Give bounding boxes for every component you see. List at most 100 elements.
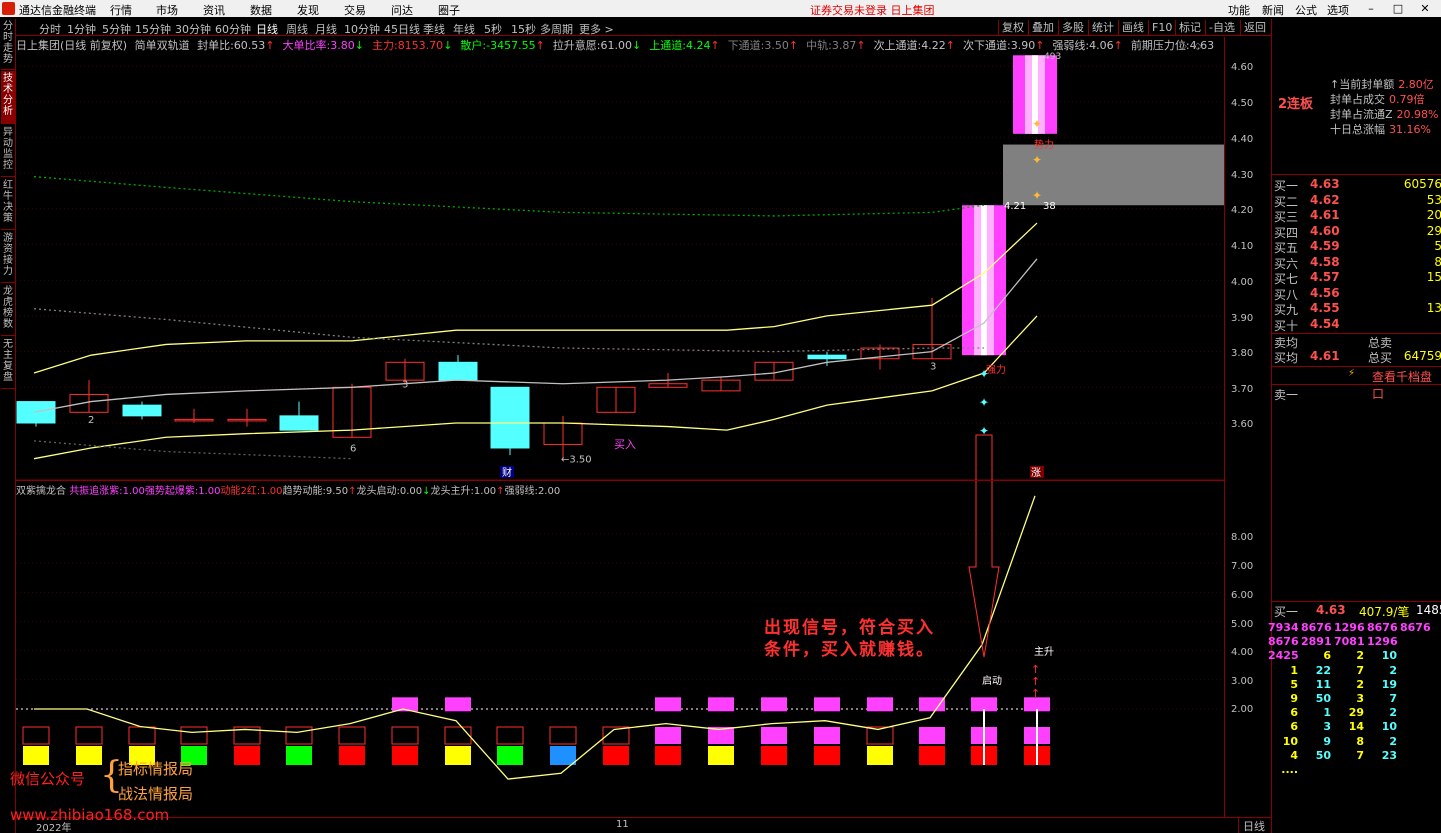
btn-tongji[interactable]: 统计 xyxy=(1088,20,1117,35)
tab-youzi[interactable]: 游资接力 xyxy=(1,231,15,283)
btn-biaoji[interactable]: 标记 xyxy=(1175,20,1204,35)
bid-price: 4.55 xyxy=(1310,301,1340,315)
bid-row[interactable]: 买九 4.55 13 xyxy=(1274,301,1441,317)
menu-xinwen[interactable]: 新闻 xyxy=(1262,2,1284,18)
signal-box xyxy=(285,726,313,745)
btn-duogu[interactable]: 多股 xyxy=(1058,20,1087,35)
period-5s[interactable]: 5秒 xyxy=(484,21,502,37)
period-monthly[interactable]: 月线 xyxy=(315,21,337,37)
bid-label: 买三 xyxy=(1274,210,1299,224)
bid-row[interactable]: 买一 4.63 60576 xyxy=(1274,177,1441,193)
bid-volume: 8 xyxy=(1434,254,1441,269)
btn-f10[interactable]: F10 xyxy=(1148,20,1175,35)
menu-faxian[interactable]: 发现 xyxy=(297,2,319,18)
queue-cell: 7 xyxy=(1389,692,1397,705)
menu-xuanxiang[interactable]: 选项 xyxy=(1327,2,1349,18)
quote-panel: 2连板 ↑当前封单额 2.80亿 封单占成交 0.79倍 封单占流通Z 20.98% 十日总… xyxy=(1268,19,1441,833)
btn-huaxian[interactable]: 画线 xyxy=(1118,20,1147,35)
price-tick: 4.50 xyxy=(1231,98,1254,109)
price-tick: 4.10 xyxy=(1231,241,1254,252)
price-tick: 4.30 xyxy=(1231,170,1254,181)
butterfly-icon: ✦ xyxy=(1032,117,1042,131)
price-tick: 3.90 xyxy=(1231,313,1254,324)
menu-gongneng[interactable]: 功能 xyxy=(1228,2,1250,18)
btn-diejia[interactable]: 叠加 xyxy=(1028,20,1057,35)
candle-body xyxy=(490,386,530,449)
queue-row: 6 3 14 10 xyxy=(1274,720,1441,733)
kline-chart[interactable]: ✦✦✦✦✦✦2633←3.50买入财 涨强力势力4.21 38493◇ ◇↑↑↑启动主… xyxy=(16,37,1224,817)
period-15min[interactable]: 15分钟 xyxy=(135,21,171,37)
signal-block xyxy=(392,746,418,765)
watermark-line1: 指标情报局 xyxy=(118,760,194,778)
period-30min[interactable]: 30分钟 xyxy=(175,21,211,37)
tab-hongniu[interactable]: 红牛决策 xyxy=(1,178,15,230)
signal-box xyxy=(391,726,419,745)
period-quarter[interactable]: 季线 xyxy=(423,21,445,37)
btn-fanhui[interactable]: 返回 xyxy=(1240,20,1269,35)
signal-block xyxy=(445,746,471,765)
tab-longhu[interactable]: 龙虎榜数 xyxy=(1,284,15,336)
tab-fupan[interactable]: 无主复盘 xyxy=(1,337,15,389)
bid-price: 4.56 xyxy=(1310,285,1340,300)
bid-row[interactable]: 买五 4.59 5 xyxy=(1274,239,1441,255)
price-tick: 4.40 xyxy=(1231,134,1254,145)
menu-jiaoyi[interactable]: 交易 xyxy=(344,2,366,18)
sub-indicator-name[interactable]: 双紫擒龙合 xyxy=(16,486,66,497)
trend-arrow-icon: ↑ xyxy=(496,486,505,497)
period-fenshi[interactable]: 分时 xyxy=(39,21,61,37)
menu-gongshi[interactable]: 公式 xyxy=(1295,2,1317,18)
view-depth-button[interactable]: 查看千档盘口 xyxy=(1372,368,1441,402)
bid-row[interactable]: 买十 4.54 xyxy=(1274,317,1441,333)
minimize-icon[interactable]: – xyxy=(1357,0,1385,17)
bid-row[interactable]: 买六 4.58 8 xyxy=(1274,255,1441,271)
menu-zixun[interactable]: 资讯 xyxy=(203,2,225,18)
bid-label: 买五 xyxy=(1274,241,1299,255)
close-icon[interactable]: ✕ xyxy=(1411,0,1439,17)
btn-fuquan[interactable]: 复权 xyxy=(998,20,1027,35)
queue-cell: 8676 xyxy=(1367,621,1398,634)
period-multi[interactable]: 多周期 xyxy=(540,21,573,37)
menu-wenda[interactable]: 问达 xyxy=(391,2,413,18)
queue-cell: 7934 xyxy=(1268,621,1299,634)
down-arrow-icon xyxy=(968,434,1000,658)
period-more[interactable]: 更多 > xyxy=(579,21,614,37)
period-5min[interactable]: 5分钟 xyxy=(102,21,131,37)
bid-row[interactable]: 买七 4.57 15 xyxy=(1274,270,1441,286)
signal-box xyxy=(338,726,366,745)
annotation-line-2: 条件，买入就赚钱。 xyxy=(764,640,935,660)
price-label: 4.21 xyxy=(1004,201,1026,212)
bid-row[interactable]: 买四 4.60 29 xyxy=(1274,224,1441,240)
tab-yidong[interactable]: 异动监控 xyxy=(1,125,15,177)
bid-row[interactable]: 买二 4.62 53 xyxy=(1274,193,1441,209)
menu-shichang[interactable]: 市场 xyxy=(156,2,178,18)
signal-box xyxy=(496,726,524,745)
tab-fenshi[interactable]: 分时走势 xyxy=(1,19,15,70)
bid-row[interactable]: 买三 4.61 20 xyxy=(1274,208,1441,224)
tab-jishu[interactable]: 技术分析 xyxy=(1,71,15,124)
upper-dotted-line xyxy=(33,176,985,217)
period-1min[interactable]: 1分钟 xyxy=(67,21,96,37)
period-year[interactable]: 年线 xyxy=(453,21,475,37)
bid-volume: 13 xyxy=(1426,301,1441,315)
indicator-axis: 8.00 7.00 6.00 5.00 4.00 3.00 2.00 xyxy=(1224,481,1271,817)
period-45day[interactable]: 45日线 xyxy=(384,21,420,37)
butterfly-icon: ✦ xyxy=(1032,153,1042,167)
ind-tick: 2.00 xyxy=(1231,704,1254,715)
period-daily[interactable]: 日线 xyxy=(256,21,278,37)
period-15s[interactable]: 15秒 xyxy=(511,21,536,37)
queue-cell: 2 xyxy=(1356,677,1364,691)
maximize-icon[interactable]: □ xyxy=(1384,0,1412,17)
butterfly-icon: ✦ xyxy=(979,396,989,410)
menu-shuju[interactable]: 数据 xyxy=(250,2,272,18)
queue-cell: 50 xyxy=(1315,692,1331,705)
ind-item: 强弱线:2.00 xyxy=(505,486,561,497)
period-weekly[interactable]: 周线 xyxy=(286,21,308,37)
menu-hangqing[interactable]: 行情 xyxy=(110,2,132,18)
btn-zixuan[interactable]: -自选 xyxy=(1205,20,1238,35)
period-60min[interactable]: 60分钟 xyxy=(215,21,251,37)
menu-quanzi[interactable]: 圈子 xyxy=(438,2,460,18)
bid-row[interactable]: 买八 4.56 xyxy=(1274,286,1441,302)
queue-cell: 8 xyxy=(1356,734,1364,748)
period-10min[interactable]: 10分钟 xyxy=(344,21,380,37)
login-status: 证券交易未登录 日上集团 xyxy=(810,4,935,17)
